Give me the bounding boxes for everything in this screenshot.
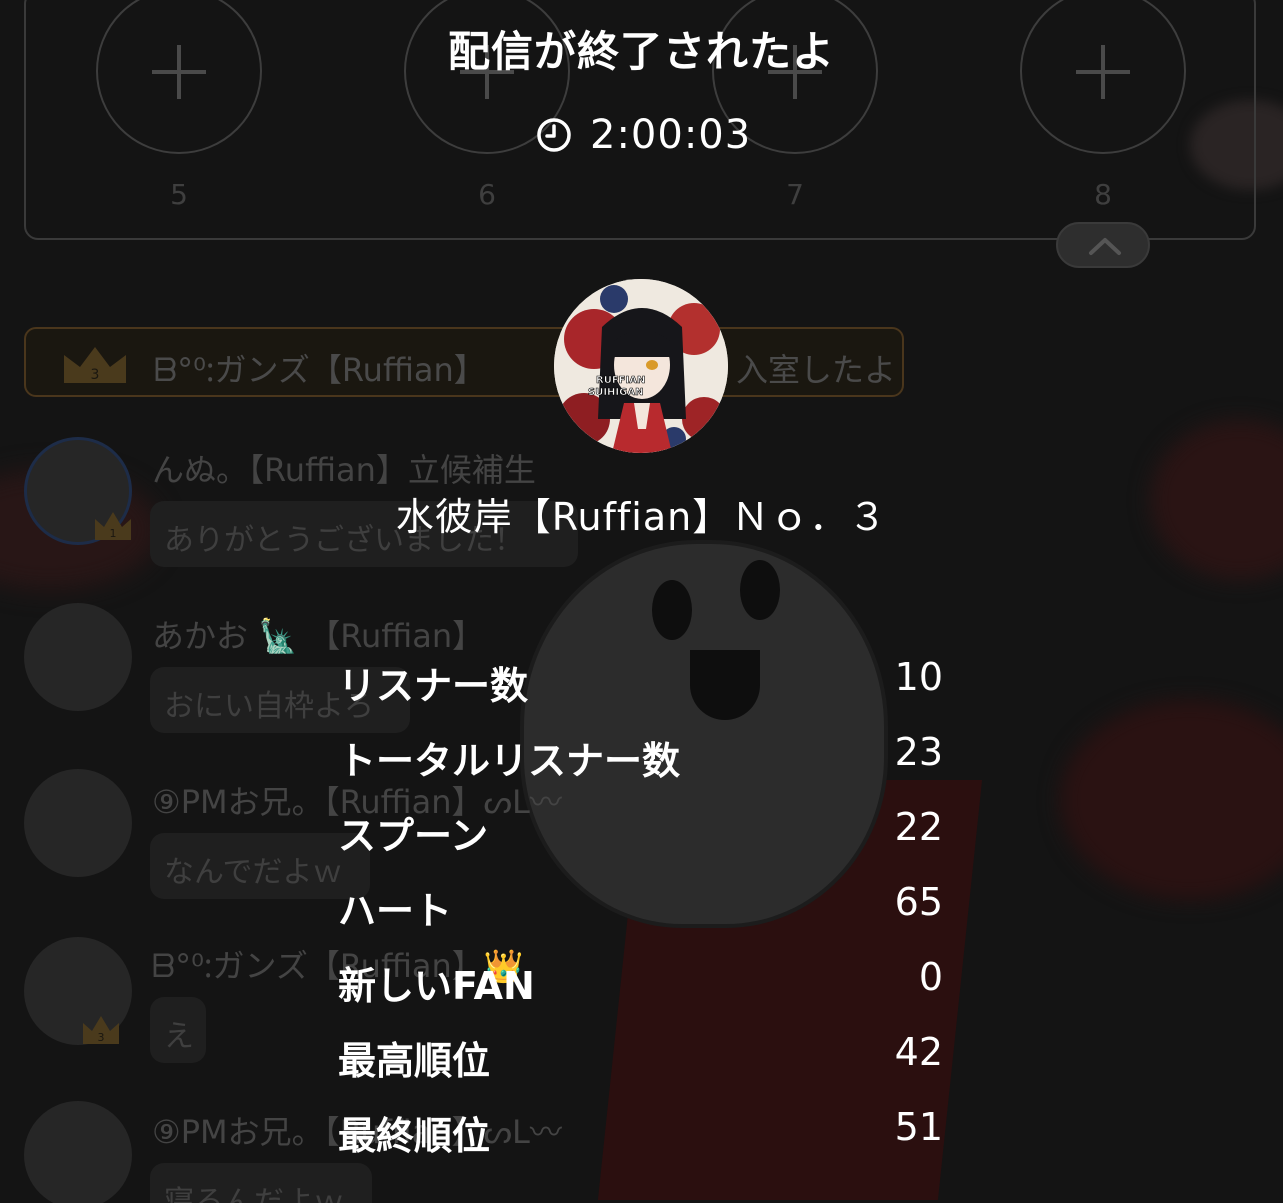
- entry-notice-message: 入室したよ: [736, 351, 897, 389]
- avatar[interactable]: [24, 769, 132, 877]
- stat-value: 0: [918, 955, 943, 999]
- seat-number: 6: [478, 178, 496, 211]
- stat-highest-rank: 最高順位 42: [338, 1030, 943, 1105]
- chat-message: なんでだよｗ: [150, 833, 370, 899]
- stat-listeners: リスナー数 10: [338, 655, 943, 730]
- clock-icon: [537, 118, 571, 152]
- streamer-avatar-image: RUFFIAN SUIHIGAN: [554, 279, 728, 453]
- stat-value: 22: [894, 805, 943, 849]
- chat-username: あかお 🗽 【Ruffian】: [152, 617, 485, 655]
- decor-blob: [1060, 700, 1283, 900]
- stat-label: スプーン: [338, 814, 489, 858]
- stat-label: 新しいFAN: [338, 964, 535, 1008]
- stat-total-listeners: トータルリスナー数 23: [338, 730, 943, 805]
- crown-icon: 3: [83, 1016, 119, 1044]
- streamer-name: 水彼岸【Ruffian】Ｎｏ．３: [395, 495, 888, 539]
- chevron-up-icon: [1089, 238, 1121, 255]
- avatar[interactable]: [24, 1101, 132, 1203]
- stat-spoons: スプーン 22: [338, 805, 943, 880]
- stat-new-fans: 新しいFAN 0: [338, 955, 943, 1030]
- entry-notice-user: ᗷ°⁰ᱺガンズ【Ruffian】: [154, 351, 486, 389]
- svg-text:3: 3: [98, 1031, 105, 1044]
- avatar-text-bottom: SUIHIGAN: [588, 387, 643, 398]
- broadcast-duration: 2:00:03: [536, 108, 751, 162]
- stat-label: トータルリスナー数: [338, 739, 681, 783]
- collapse-slots-button[interactable]: [1056, 222, 1150, 268]
- stat-value: 10: [894, 655, 943, 699]
- background-character-eye: [652, 580, 692, 640]
- background-character-eye: [740, 560, 780, 620]
- seat-number: 7: [786, 178, 804, 211]
- seat-number: 5: [170, 178, 188, 211]
- stat-label: リスナー数: [338, 664, 529, 708]
- avatar[interactable]: [24, 603, 132, 711]
- entry-notice-bar: 3 ᗷ°⁰ᱺガンズ【Ruffian】 入室したよ: [24, 327, 904, 397]
- crown-rank: 3: [91, 367, 100, 383]
- broadcast-stats: リスナー数 10 トータルリスナー数 23 スプーン 22 ハート 65 新しい…: [338, 655, 943, 1180]
- stat-hearts: ハート 65: [338, 880, 943, 955]
- chat-username: んぬ。【Ruffian】立候補生: [152, 451, 536, 489]
- crown-icon: 3: [64, 347, 126, 383]
- chat-message: え: [150, 997, 206, 1063]
- stat-label: 最高順位: [338, 1039, 491, 1083]
- stat-label: ハート: [338, 889, 453, 933]
- streamer-avatar[interactable]: RUFFIAN SUIHIGAN: [554, 279, 728, 453]
- stat-value: 42: [894, 1030, 943, 1074]
- duration-value: 2:00:03: [590, 112, 752, 158]
- seat-number: 8: [1094, 178, 1112, 211]
- broadcast-ended-title: 配信が終了されたよ: [447, 27, 835, 76]
- stat-final-rank: 最終順位 51: [338, 1105, 943, 1180]
- stat-value: 65: [894, 880, 943, 924]
- avatar-text-top: RUFFIAN: [596, 375, 645, 386]
- stat-value: 23: [894, 730, 943, 774]
- stat-value: 51: [894, 1105, 943, 1149]
- stat-label: 最終順位: [338, 1114, 491, 1158]
